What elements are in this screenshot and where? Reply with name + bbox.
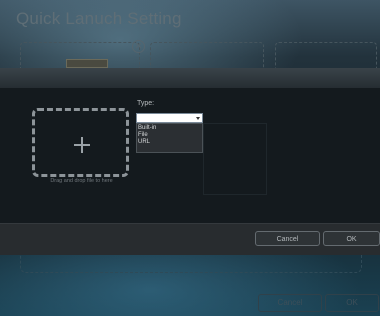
type-options-list: Built-in File URL bbox=[136, 123, 203, 153]
cancel-button[interactable]: Cancel bbox=[255, 231, 320, 246]
close-icon: ✕ bbox=[132, 40, 145, 53]
type-label: Type: bbox=[137, 100, 155, 107]
slot-thumbnail bbox=[66, 59, 108, 68]
preview-frame bbox=[203, 123, 267, 195]
type-select[interactable] bbox=[136, 113, 203, 123]
option-file[interactable]: File bbox=[137, 132, 202, 138]
drop-hint: Drag and drop file to here bbox=[50, 178, 113, 184]
ok-button[interactable]: OK bbox=[323, 231, 380, 246]
add-shortcut-dialog: Drag and drop file to here Type: Built-i… bbox=[0, 68, 380, 255]
option-built-in[interactable]: Built-in bbox=[137, 125, 202, 131]
background-cancel-button: Cancel bbox=[258, 294, 322, 312]
dialog-header bbox=[0, 68, 380, 88]
plus-icon bbox=[74, 137, 90, 153]
file-drop-zone[interactable] bbox=[32, 108, 129, 177]
background-ok-button: OK bbox=[325, 294, 379, 312]
option-url[interactable]: URL bbox=[137, 139, 202, 145]
chevron-down-icon[interactable] bbox=[196, 117, 200, 120]
window-title: Quick Lanuch Setting bbox=[16, 9, 182, 28]
